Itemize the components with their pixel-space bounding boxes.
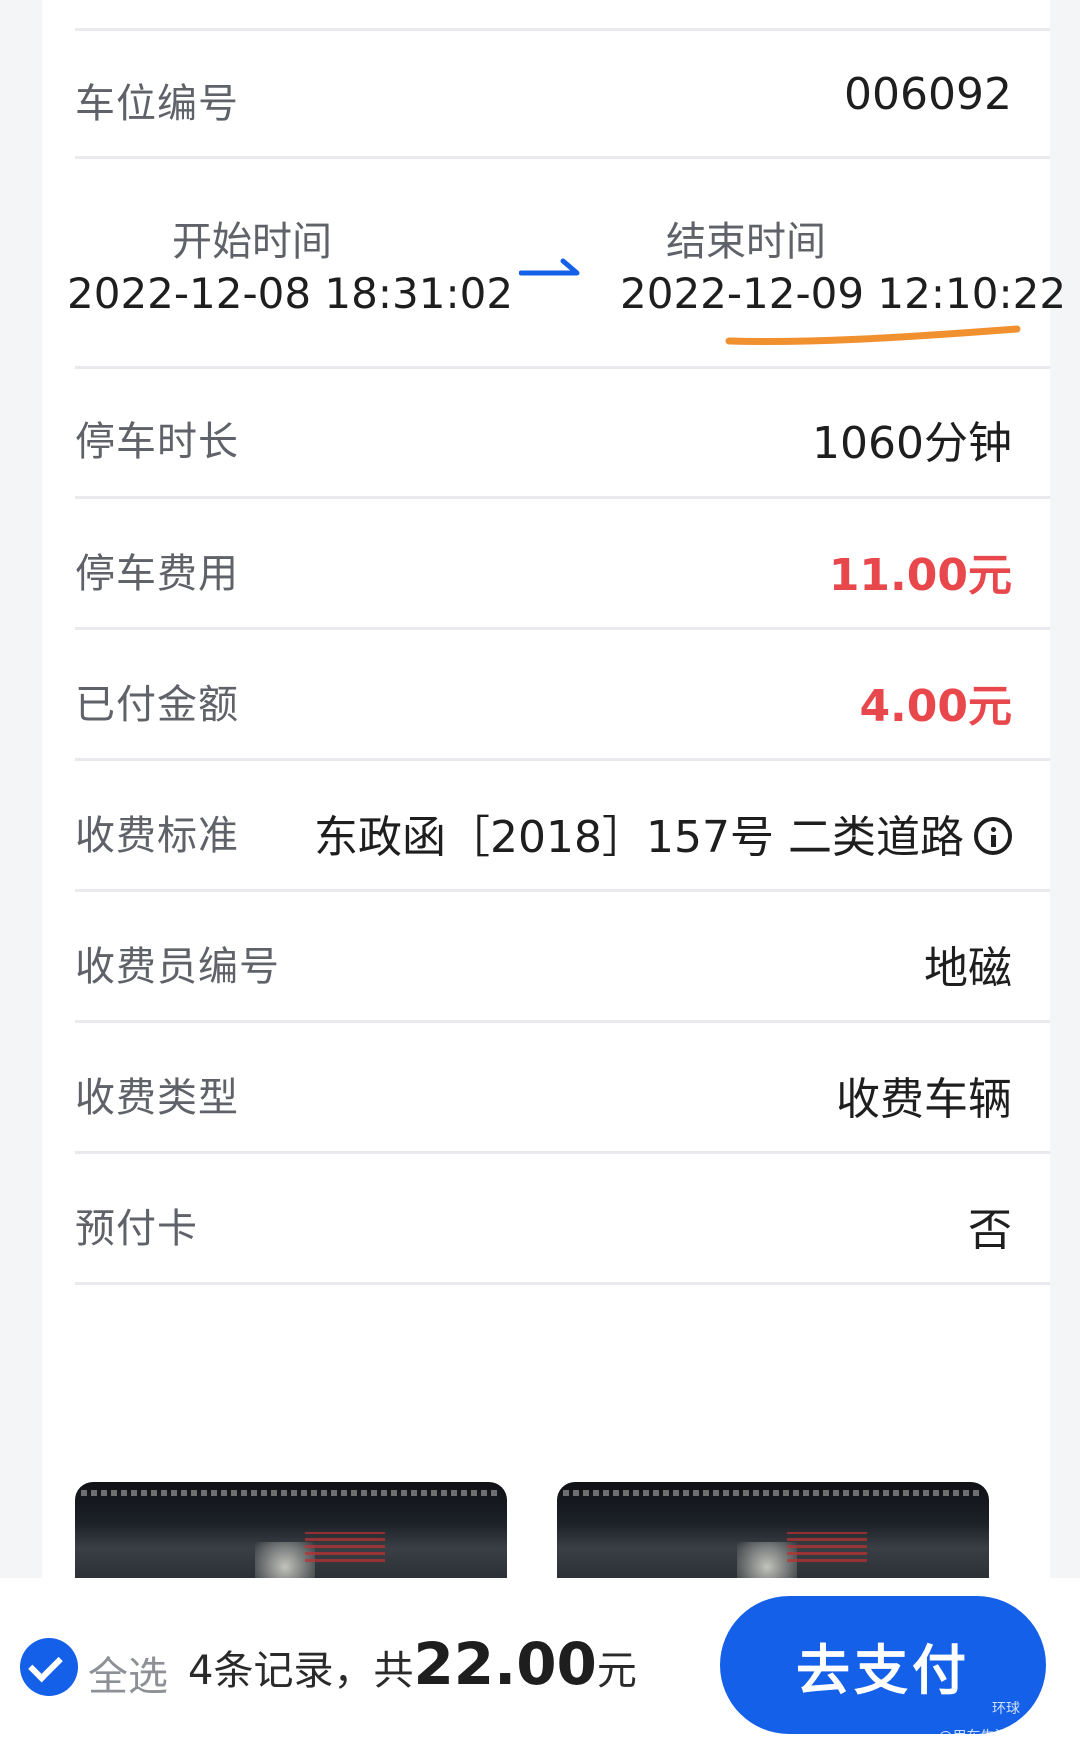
checkout-bar: 全选 4条记录，共22.00元 去支付 环球 @用车生活网 www.t: [0, 1578, 1080, 1756]
photo-caption: [81, 1490, 501, 1496]
paid-label: 已付金额: [75, 682, 239, 728]
photo-caption: [563, 1490, 983, 1496]
fee-label: 停车费用: [75, 551, 239, 597]
fee-standard-value: 东政函［2018］157号 二类道路: [314, 801, 1012, 865]
end-time-label: 结束时间: [666, 219, 826, 265]
space-number-value: 006092: [844, 69, 1012, 120]
row-duration: 停车时长 1060分钟: [75, 369, 1050, 499]
total-amount: 22.00: [413, 1630, 597, 1698]
total-unit: 元: [596, 1648, 637, 1694]
photo-overlay: [787, 1532, 867, 1562]
collector-label: 收费员编号: [75, 944, 280, 990]
row-prepaid-card: 预付卡 否: [75, 1154, 1050, 1285]
right-arrow-icon: [519, 258, 580, 276]
prepaid-card-label: 预付卡: [75, 1206, 198, 1252]
end-time-value: 2022-12-09 12:10:22: [620, 269, 1067, 318]
prepaid-card-value: 否: [968, 1205, 1012, 1256]
start-time-label: 开始时间: [172, 219, 332, 265]
row-fee: 停车费用 11.00元: [75, 499, 1050, 630]
space-number-label: 车位编号: [75, 81, 239, 127]
fee-standard-label: 收费标准: [75, 813, 239, 859]
watermark-top: 环球: [992, 1701, 1020, 1717]
row-fee-type: 收费类型 收费车辆: [75, 1023, 1050, 1154]
collector-value: 地磁: [924, 943, 1012, 994]
row-time-range: 开始时间 2022-12-08 18:31:02 结束时间 2022-12-09…: [67, 159, 1066, 369]
row-paid: 已付金额 4.00元: [75, 630, 1050, 761]
paid-value: 4.00元: [859, 681, 1012, 732]
check-circle-icon[interactable]: [20, 1638, 78, 1696]
duration-value: 1060分钟: [812, 418, 1012, 469]
fee-type-value: 收费车辆: [836, 1074, 1012, 1125]
photo-overlay: [305, 1532, 385, 1562]
fee-standard-text: 东政函［2018］157号 二类道路: [314, 812, 964, 863]
fee-value: 11.00元: [828, 550, 1012, 601]
highlight-underline: [725, 325, 1021, 345]
duration-label: 停车时长: [75, 419, 239, 465]
row-collector: 收费员编号 地磁: [75, 892, 1050, 1023]
start-time-value: 2022-12-08 18:31:02: [67, 269, 514, 318]
row-space-number: 车位编号 006092: [75, 31, 1050, 159]
select-all-label[interactable]: 全选: [88, 1644, 168, 1702]
watermark-bottom: @用车生活网 www.t: [938, 1729, 1070, 1745]
records-count: 4条记录，共: [188, 1648, 414, 1694]
info-icon[interactable]: [974, 817, 1012, 855]
fee-type-label: 收费类型: [75, 1075, 239, 1121]
records-summary: 4条记录，共22.00元: [188, 1630, 637, 1698]
row-fee-standard[interactable]: 收费标准 东政函［2018］157号 二类道路: [75, 761, 1050, 892]
